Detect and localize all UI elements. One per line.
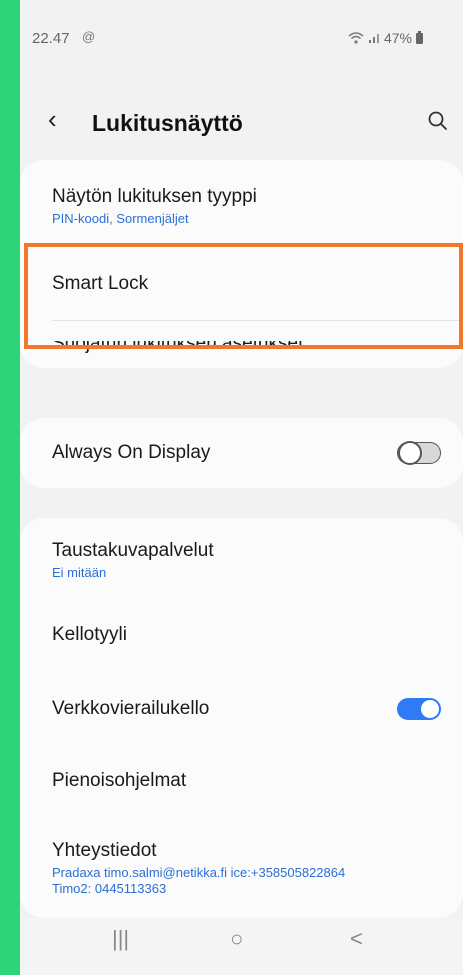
clock-style-label: Kellotyyli	[52, 624, 127, 645]
status-time: 22.47	[32, 30, 70, 47]
contact-info-item[interactable]: Yhteystiedot Pradaxa timo.salmi@netikka.…	[52, 840, 443, 897]
page-title: Lukitusnäyttö	[92, 110, 243, 136]
aod-toggle[interactable]	[397, 441, 441, 465]
widgets-label: Pienoisohjelmat	[52, 770, 187, 791]
contact-info-line2: Timo2: 0445113363	[52, 881, 167, 896]
app-header: ‹ Lukitusnäyttö	[20, 100, 463, 150]
lock-settings-card: Näytön lukituksen tyyppi PIN-koodi, Sorm…	[20, 160, 463, 368]
lock-type-value: PIN-koodi, Sormenjäljet	[52, 211, 189, 226]
roaming-clock-item[interactable]: Verkkovierailukello	[52, 698, 443, 720]
wallpaper-services-label: Taustakuvapalvelut	[52, 540, 214, 561]
contact-info-label: Yhteystiedot	[52, 840, 157, 861]
lock-type-item[interactable]: Näytön lukituksen tyyppi PIN-koodi, Sorm…	[52, 186, 443, 227]
lock-type-label: Näytön lukituksen tyyppi	[52, 186, 257, 207]
status-notification-icon: @	[82, 29, 96, 44]
clock-style-item[interactable]: Kellotyyli	[52, 624, 443, 646]
toggle-knob	[398, 441, 422, 465]
status-icons: 47%	[348, 30, 423, 46]
toggle-knob	[421, 700, 439, 718]
misc-settings-card: Taustakuvapalvelut Ei mitään Kellotyyli …	[20, 518, 463, 918]
roaming-clock-toggle[interactable]	[397, 698, 441, 720]
battery-icon	[416, 30, 423, 44]
back-arrow-icon[interactable]: ‹	[48, 104, 57, 135]
aod-card: Always On Display	[20, 418, 463, 488]
status-bar: 22.47 @ 47%	[20, 0, 463, 70]
home-icon[interactable]: ○	[230, 926, 243, 952]
secure-lock-settings-item[interactable]: Suojatun lukituksen asetukset	[52, 341, 443, 368]
smart-lock-label: Smart Lock	[52, 273, 149, 294]
widgets-item[interactable]: Pienoisohjelmat	[52, 770, 443, 792]
battery-percent: 47%	[383, 30, 412, 46]
roaming-clock-label: Verkkovierailukello	[52, 698, 210, 719]
phone-screen: 22.47 @ 47% ‹ Lukitusnäyttö Näytön lukit…	[20, 0, 463, 975]
signal-icon	[368, 34, 379, 43]
recent-apps-icon[interactable]: |||	[112, 926, 129, 952]
aod-item[interactable]: Always On Display	[52, 442, 443, 464]
back-icon[interactable]: <	[350, 926, 363, 952]
aod-label: Always On Display	[52, 442, 211, 463]
navigation-bar: ||| ○ <	[20, 918, 463, 975]
wifi-icon	[348, 32, 364, 44]
wallpaper-services-item[interactable]: Taustakuvapalvelut Ei mitään	[52, 540, 443, 581]
divider	[52, 320, 463, 321]
secure-lock-settings-label: Suojatun lukituksen asetukset	[52, 341, 304, 354]
search-icon[interactable]	[427, 110, 449, 137]
contact-info-line1: Pradaxa timo.salmi@netikka.fi ice:+35850…	[52, 865, 346, 880]
smart-lock-item[interactable]: Smart Lock	[52, 273, 443, 295]
wallpaper-services-value: Ei mitään	[52, 565, 107, 580]
